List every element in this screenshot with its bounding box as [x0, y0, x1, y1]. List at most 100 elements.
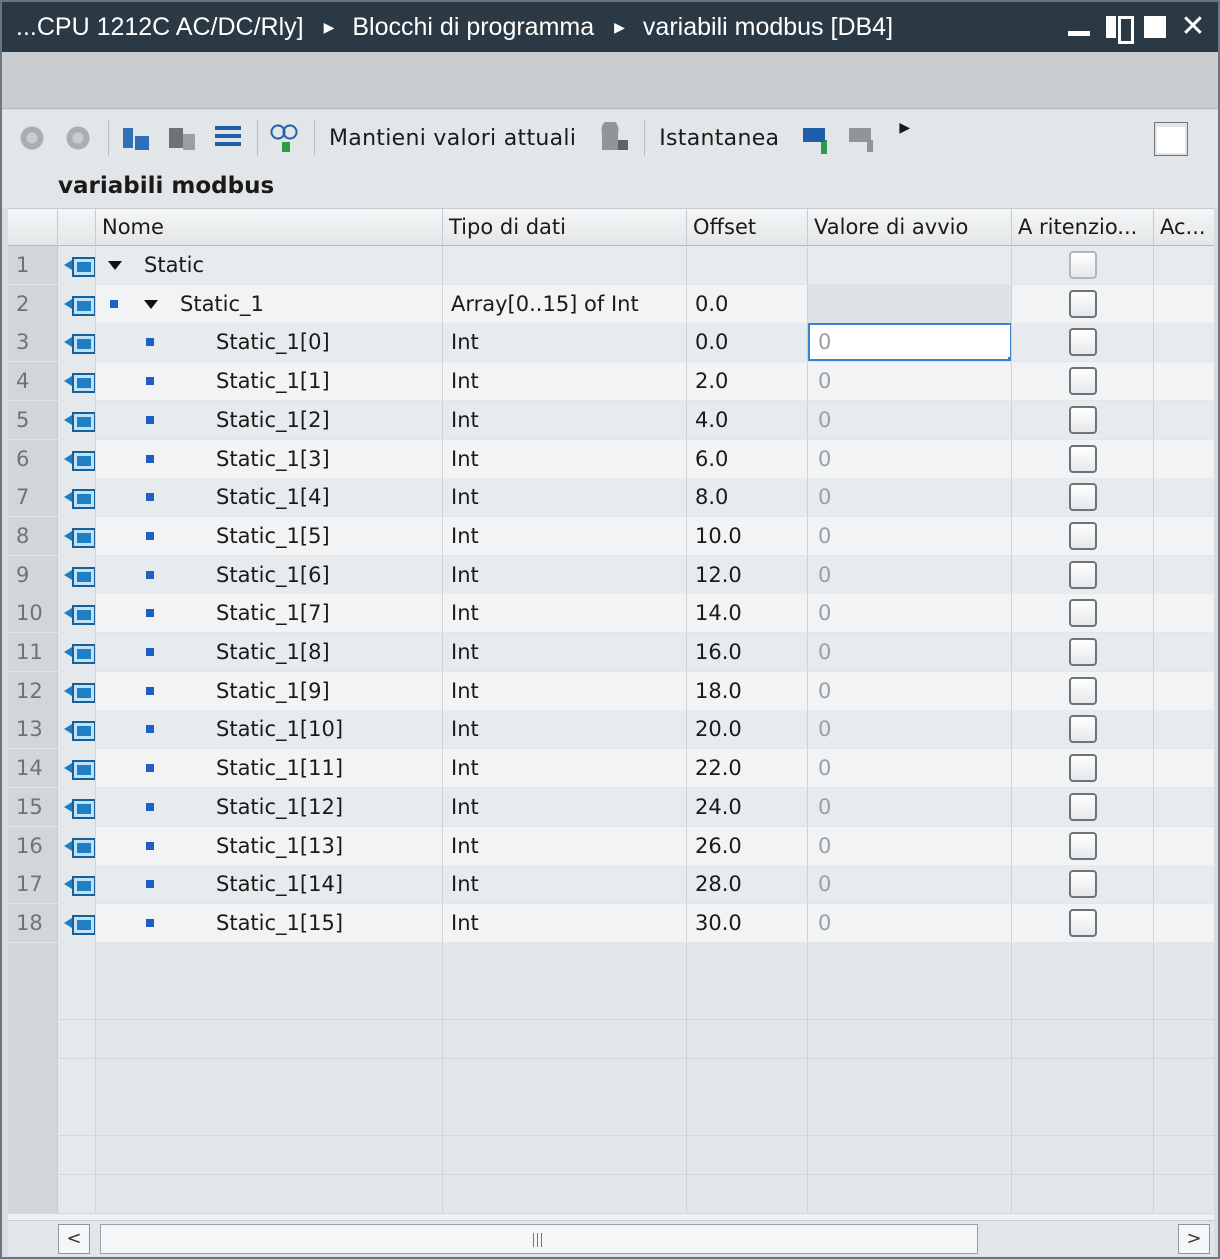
- row-number[interactable]: 9: [8, 555, 58, 594]
- row-number[interactable]: 2: [8, 284, 58, 323]
- update-interface-icon[interactable]: [165, 122, 197, 154]
- variable-name[interactable]: Static_1[6]: [216, 556, 330, 594]
- row-number[interactable]: 4: [8, 362, 58, 401]
- start-value-cell[interactable]: 0: [808, 903, 1012, 942]
- scroll-right-button[interactable]: >: [1178, 1224, 1210, 1254]
- header-offset[interactable]: Offset: [687, 209, 808, 246]
- name-cell[interactable]: Static_1[6]: [96, 555, 443, 594]
- float-icon[interactable]: [1104, 14, 1134, 44]
- datatype-cell[interactable]: Int: [443, 633, 687, 671]
- copy-snapshot-icon[interactable]: [847, 122, 880, 154]
- header-retain[interactable]: A ritenzio...: [1012, 209, 1154, 246]
- datatype-cell[interactable]: Int: [443, 323, 687, 362]
- name-cell[interactable]: Static_1[9]: [96, 671, 443, 710]
- table-row[interactable]: 18 Static_1[15] Int 30.0 0: [8, 903, 1214, 943]
- retain-checkbox[interactable]: [1069, 638, 1097, 666]
- name-cell[interactable]: Static_1[3]: [96, 439, 443, 478]
- start-value-cell[interactable]: 0: [808, 865, 1012, 904]
- retain-checkbox[interactable]: [1069, 792, 1097, 821]
- start-value-cell[interactable]: 0: [808, 594, 1012, 633]
- collapse-icon[interactable]: [144, 299, 158, 309]
- add-row-icon[interactable]: [62, 122, 94, 154]
- start-value-cell[interactable]: 0: [808, 710, 1012, 749]
- variable-name[interactable]: Static_1[4]: [216, 478, 330, 516]
- expanded-mode-icon[interactable]: [119, 122, 151, 154]
- row-number[interactable]: 16: [8, 826, 58, 865]
- name-cell[interactable]: Static_1[1]: [96, 362, 443, 401]
- collapse-icon[interactable]: [108, 261, 122, 270]
- start-value-cell[interactable]: [808, 246, 1012, 284]
- variable-name[interactable]: Static_1: [180, 285, 264, 323]
- table-row[interactable]: 5 Static_1[2] Int 4.0 0: [8, 400, 1214, 440]
- variable-name[interactable]: Static_1[8]: [216, 633, 330, 671]
- start-value-cell[interactable]: 0: [808, 555, 1012, 594]
- block-properties-icon[interactable]: [1154, 122, 1188, 156]
- row-number[interactable]: 8: [8, 516, 58, 555]
- row-number[interactable]: 13: [8, 710, 58, 749]
- datatype-cell[interactable]: Int: [443, 594, 687, 633]
- datatype-cell[interactable]: Int: [443, 865, 687, 904]
- scroll-thumb[interactable]: [100, 1224, 978, 1254]
- list-view-icon[interactable]: [211, 122, 243, 154]
- row-number[interactable]: 10: [8, 594, 58, 633]
- name-cell[interactable]: Static_1[15]: [96, 903, 443, 942]
- start-value-cell[interactable]: 0: [808, 516, 1012, 555]
- retain-checkbox[interactable]: [1069, 367, 1097, 396]
- table-row[interactable]: 11 Static_1[8] Int 16.0 0: [8, 633, 1214, 672]
- datatype-cell[interactable]: Int: [443, 516, 687, 555]
- variable-name[interactable]: Static_1[7]: [216, 594, 330, 632]
- variable-name[interactable]: Static: [144, 246, 204, 284]
- table-row[interactable]: 3 Static_1[0] Int 0.0 0: [8, 323, 1214, 363]
- table-row[interactable]: 17 Static_1[14] Int 28.0 0: [8, 865, 1214, 905]
- variable-name[interactable]: Static_1[15]: [216, 904, 343, 942]
- variable-name[interactable]: Static_1[11]: [216, 749, 343, 787]
- datatype-cell[interactable]: Int: [443, 826, 687, 865]
- retain-checkbox[interactable]: [1069, 289, 1097, 318]
- close-icon[interactable]: ✕: [1180, 12, 1206, 42]
- keep-current-values-button[interactable]: Mantieni valori attuali: [329, 126, 576, 151]
- datatype-cell[interactable]: Array[0..15] of Int: [443, 284, 687, 323]
- variable-name[interactable]: Static_1[10]: [216, 710, 343, 748]
- table-row[interactable]: 12 Static_1[9] Int 18.0 0: [8, 671, 1214, 711]
- retain-checkbox[interactable]: [1069, 560, 1097, 589]
- retain-checkbox[interactable]: [1069, 444, 1097, 473]
- retain-checkbox[interactable]: [1069, 328, 1097, 357]
- table-row[interactable]: 13 Static_1[10] Int 20.0 0: [8, 710, 1214, 750]
- variable-name[interactable]: Static_1[14]: [216, 865, 343, 903]
- variable-name[interactable]: Static_1[3]: [216, 440, 330, 478]
- minimize-icon[interactable]: [1066, 14, 1092, 40]
- variable-name[interactable]: Static_1[13]: [216, 827, 343, 865]
- header-name[interactable]: Nome: [96, 209, 443, 246]
- start-value-cell[interactable]: 0: [808, 671, 1012, 710]
- table-row[interactable]: 14 Static_1[11] Int 22.0 0: [8, 749, 1214, 789]
- variable-name[interactable]: Static_1[0]: [216, 323, 330, 361]
- table-row[interactable]: 2 Static_1 Array[0..15] of Int 0.0: [8, 284, 1214, 324]
- start-value-cell[interactable]: 0: [808, 362, 1012, 401]
- datatype-cell[interactable]: [443, 246, 687, 284]
- row-number[interactable]: 5: [8, 400, 58, 439]
- retain-checkbox[interactable]: [1069, 754, 1097, 783]
- variable-name[interactable]: Static_1[1]: [216, 362, 330, 400]
- name-cell[interactable]: Static_1[13]: [96, 826, 443, 865]
- variable-name[interactable]: Static_1[9]: [216, 672, 330, 710]
- scroll-left-button[interactable]: <: [58, 1224, 90, 1254]
- retain-checkbox[interactable]: [1069, 831, 1097, 860]
- name-cell[interactable]: Static_1[5]: [96, 516, 443, 555]
- name-cell[interactable]: Static_1[0]: [96, 323, 443, 362]
- row-number[interactable]: 1: [8, 246, 58, 284]
- retain-checkbox[interactable]: [1069, 599, 1097, 628]
- table-row[interactable]: 8 Static_1[5] Int 10.0 0: [8, 516, 1214, 556]
- table-row[interactable]: 4 Static_1[1] Int 2.0 0: [8, 362, 1214, 402]
- retain-checkbox[interactable]: [1069, 908, 1097, 937]
- datatype-cell[interactable]: Int: [443, 787, 687, 826]
- name-cell[interactable]: Static_1[4]: [96, 478, 443, 517]
- start-value-cell[interactable]: 0: [808, 633, 1012, 671]
- datatype-cell[interactable]: Int: [443, 362, 687, 401]
- variable-name[interactable]: Static_1[12]: [216, 788, 343, 826]
- retain-checkbox[interactable]: [1069, 405, 1097, 434]
- variable-name[interactable]: Static_1[5]: [216, 517, 330, 555]
- row-number[interactable]: 3: [8, 323, 58, 362]
- snapshot-button[interactable]: Istantanea: [659, 126, 779, 151]
- row-number[interactable]: 14: [8, 749, 58, 788]
- datatype-cell[interactable]: Int: [443, 478, 687, 517]
